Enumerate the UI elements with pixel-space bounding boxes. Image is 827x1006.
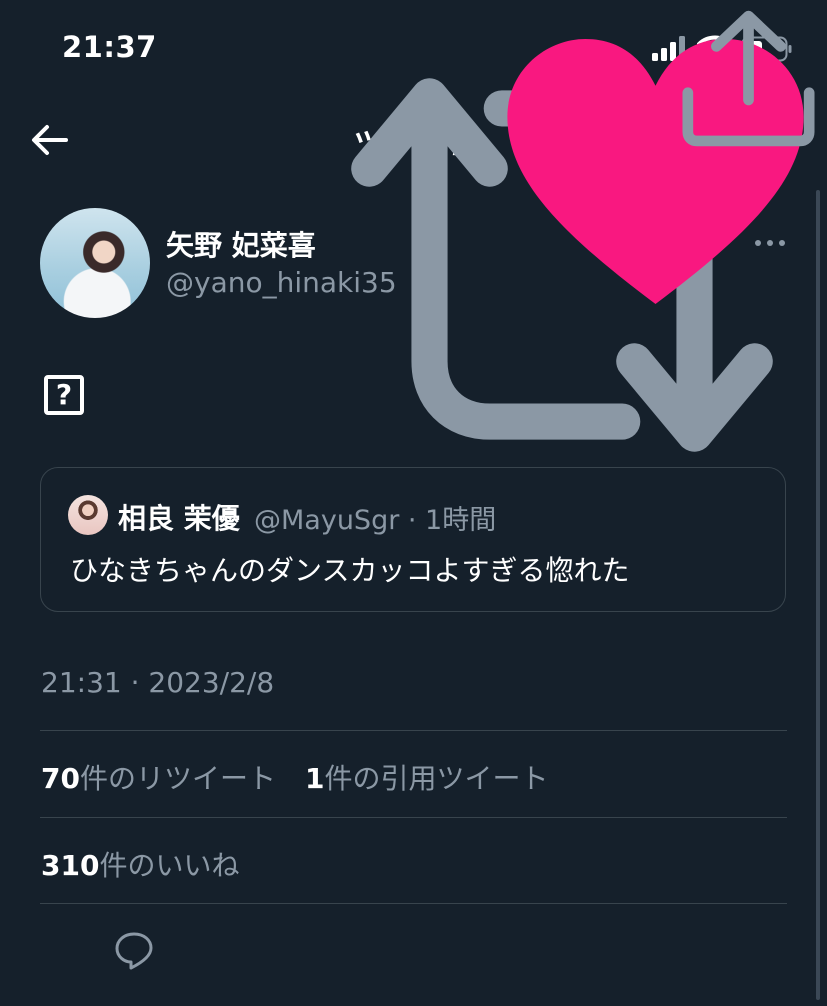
reply-icon[interactable] <box>112 928 156 972</box>
retweets-stat[interactable]: 70件のリツイート <box>41 757 276 797</box>
divider <box>40 903 787 904</box>
quoted-avatar <box>68 495 108 535</box>
quoted-author-name: 相良 茉優 <box>118 502 240 535</box>
divider <box>40 730 787 731</box>
tweet-body-glyph: ? <box>44 375 84 415</box>
retweets-label: 件のリツイート <box>79 762 276 795</box>
tweet-timestamp: 21:31 · 2023/2/8 <box>41 666 275 699</box>
likes-label: 件のいいね <box>99 849 240 882</box>
likes-stat[interactable]: 310件のいいね <box>41 844 239 884</box>
share-icon[interactable] <box>670 0 827 157</box>
quotes-label: 件の引用ツイート <box>324 762 549 795</box>
quotes-stat[interactable]: 1件の引用ツイート <box>305 757 549 797</box>
status-time: 21:37 <box>62 30 157 64</box>
retweets-count: 70 <box>41 762 80 795</box>
likes-count: 310 <box>41 849 100 882</box>
quoted-tweet-text: ひなきちゃんのダンスカッコよすぎる惚れた <box>70 554 630 587</box>
divider <box>40 817 787 818</box>
avatar[interactable] <box>40 208 150 318</box>
quotes-count: 1 <box>305 762 325 795</box>
author-name[interactable]: 矢野 妃菜喜 <box>166 224 316 264</box>
